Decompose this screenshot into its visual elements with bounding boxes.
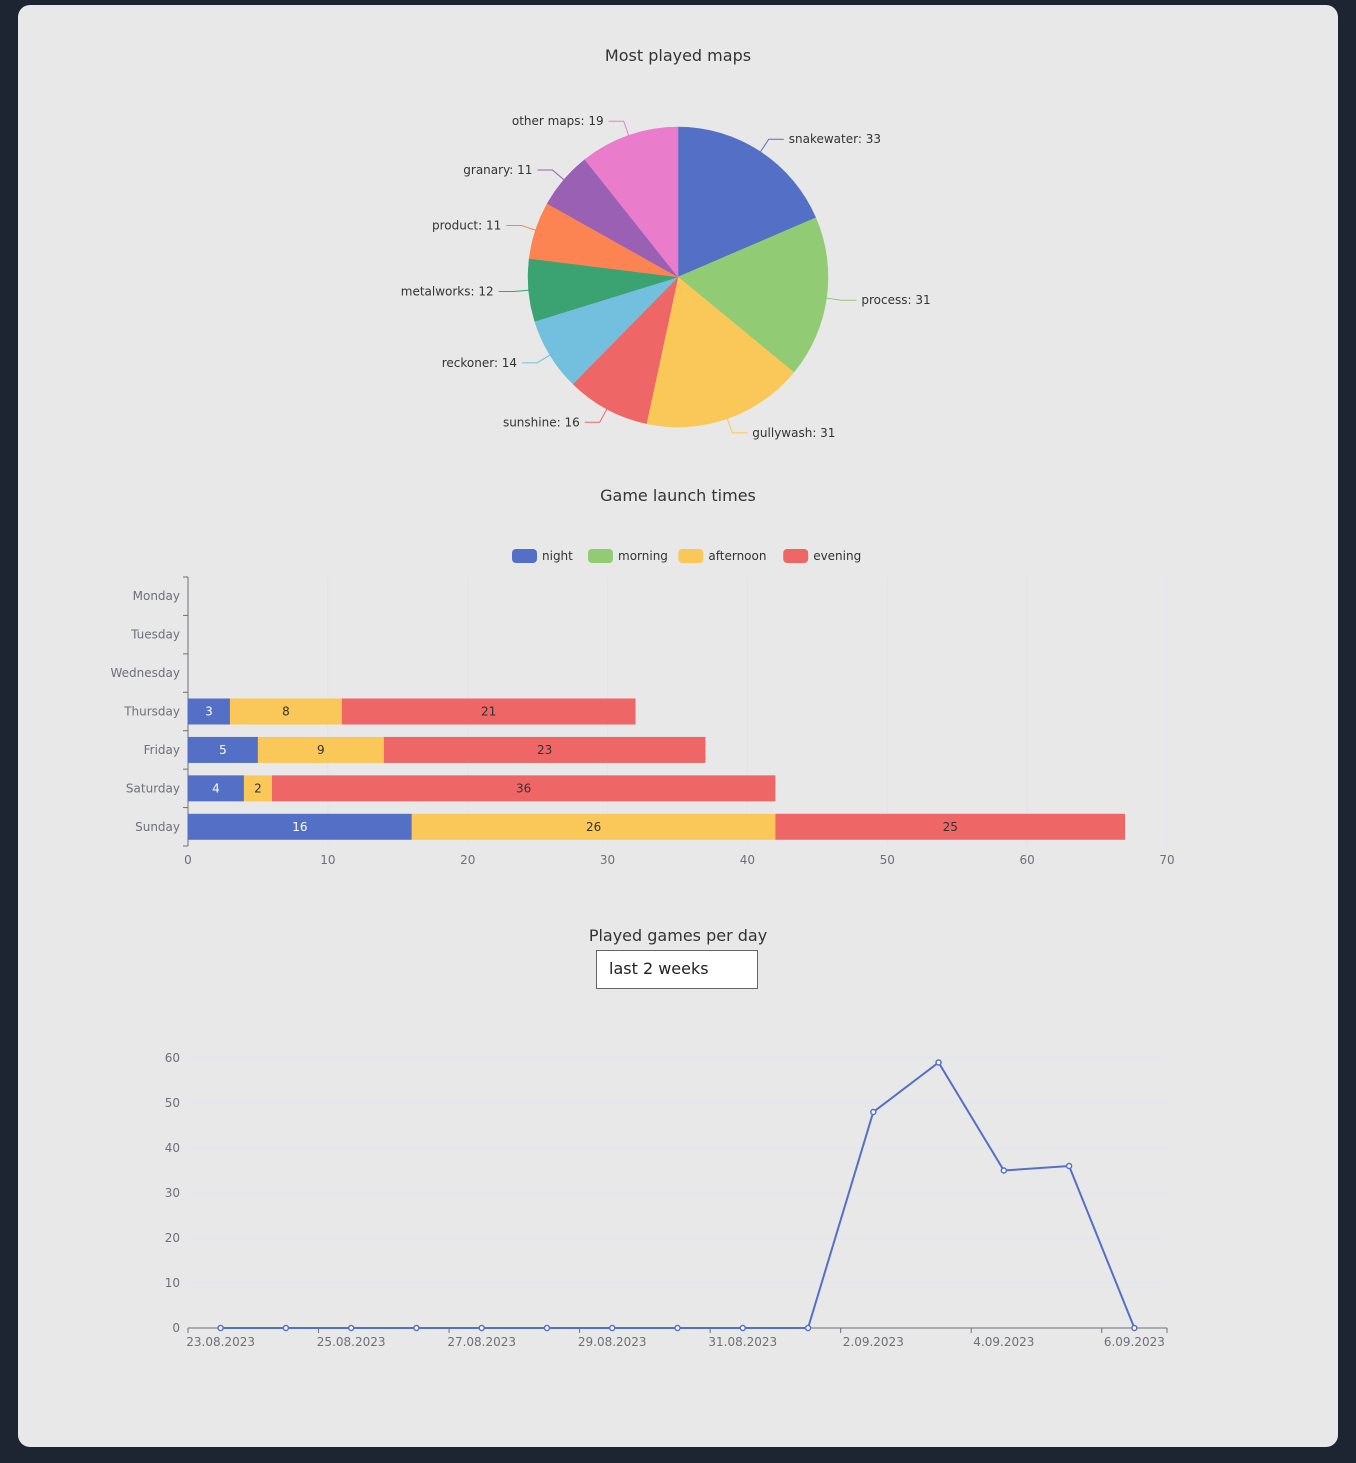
pie-label-line <box>522 354 551 364</box>
bar-value-label: 3 <box>205 705 213 719</box>
x-tick-label: 27.08.2023 <box>447 1335 516 1349</box>
pie-label-line <box>826 297 857 301</box>
bar-value-label: 4 <box>212 781 220 795</box>
x-tick-label: 31.08.2023 <box>708 1335 777 1349</box>
bar-value-label: 5 <box>219 743 227 757</box>
x-tick-label: 10 <box>320 853 335 867</box>
x-tick-label: 4.09.2023 <box>973 1335 1034 1349</box>
x-tick-label: 23.08.2023 <box>186 1335 255 1349</box>
y-tick-label: 10 <box>165 1276 180 1290</box>
data-point <box>217 1324 224 1332</box>
bar-value-label: 36 <box>516 781 531 795</box>
legend-swatch-morning <box>588 549 613 563</box>
y-tick-label: 0 <box>172 1321 180 1335</box>
data-point <box>1000 1167 1008 1174</box>
x-tick-label: 0 <box>184 853 192 867</box>
pie-label-line <box>506 224 536 231</box>
data-point <box>347 1324 355 1332</box>
pie-label-line <box>584 408 608 423</box>
data-point <box>1065 1162 1073 1170</box>
y-tick-label: Thursday <box>123 705 180 719</box>
x-tick-label: 30 <box>600 853 615 867</box>
data-point <box>804 1324 812 1332</box>
y-tick-label: 60 <box>165 1051 180 1065</box>
legend-label-night: night <box>542 549 573 563</box>
x-tick-label: 25.08.2023 <box>317 1335 386 1349</box>
pie-label: process: 31 <box>861 293 930 307</box>
bar-value-label: 26 <box>586 820 601 834</box>
data-point <box>413 1324 420 1332</box>
bar-value-label: 23 <box>537 743 552 757</box>
data-point <box>935 1059 942 1066</box>
x-tick-label: 70 <box>1159 853 1174 867</box>
x-tick-label: 20 <box>460 853 475 867</box>
y-tick-label: Sunday <box>135 820 180 834</box>
pie-label-line <box>537 169 565 181</box>
legend-swatch-evening <box>783 549 809 563</box>
x-tick-label: 40 <box>740 853 755 867</box>
data-point <box>1131 1324 1138 1332</box>
pie-label: other maps: 19 <box>512 114 604 128</box>
pie-label-line <box>760 138 784 153</box>
data-point <box>870 1108 877 1116</box>
legend-label-morning: morning <box>618 549 668 563</box>
y-tick-label: Monday <box>133 589 180 603</box>
pie-label: sunshine: 16 <box>503 415 580 429</box>
y-tick-label: Wednesday <box>111 666 180 680</box>
y-tick-label: Saturday <box>126 781 180 795</box>
x-tick-label: 29.08.2023 <box>578 1335 647 1349</box>
data-point <box>674 1324 681 1332</box>
pie-label: granary: 11 <box>463 163 532 177</box>
x-tick-label: 50 <box>880 853 895 867</box>
bar-value-label: 21 <box>481 705 496 719</box>
data-point <box>282 1324 290 1332</box>
legend-label-afternoon: afternoon <box>708 549 766 563</box>
pie-label: reckoner: 14 <box>442 356 517 370</box>
y-tick-label: Tuesday <box>130 628 180 642</box>
bar-value-label: 9 <box>317 743 325 757</box>
pie-label-line <box>498 289 529 293</box>
pie-label-line <box>726 418 748 434</box>
pie-label: gullywash: 31 <box>752 426 835 440</box>
pie-label: metalworks: 12 <box>401 285 494 299</box>
bar-value-label: 25 <box>943 820 958 834</box>
legend-swatch-afternoon <box>678 549 704 563</box>
data-point <box>543 1324 551 1332</box>
pie-label: product: 11 <box>432 218 501 232</box>
bar-value-label: 2 <box>254 781 262 795</box>
bar-value-label: 16 <box>292 820 307 834</box>
data-point <box>478 1324 485 1332</box>
legend-swatch-night <box>512 549 537 563</box>
y-tick-label: 40 <box>165 1141 180 1155</box>
charts-svg: snakewater: 33 process: 31 gullywash: 31 su… <box>111 114 1175 1349</box>
bar-value-label: 8 <box>282 705 290 719</box>
data-point <box>608 1324 616 1332</box>
y-tick-label: 30 <box>165 1186 180 1200</box>
pie-label: snakewater: 33 <box>789 132 881 146</box>
y-tick-label: 50 <box>165 1096 180 1110</box>
legend-label-evening: evening <box>813 549 861 563</box>
pie-label-line <box>608 120 630 136</box>
x-tick-label: 60 <box>1020 853 1035 867</box>
data-point <box>739 1324 747 1332</box>
x-tick-label: 6.09.2023 <box>1104 1335 1165 1349</box>
x-tick-label: 2.09.2023 <box>843 1335 904 1349</box>
y-tick-label: 20 <box>165 1231 180 1245</box>
y-tick-label: Friday <box>144 743 180 757</box>
line-series <box>220 1061 1136 1329</box>
